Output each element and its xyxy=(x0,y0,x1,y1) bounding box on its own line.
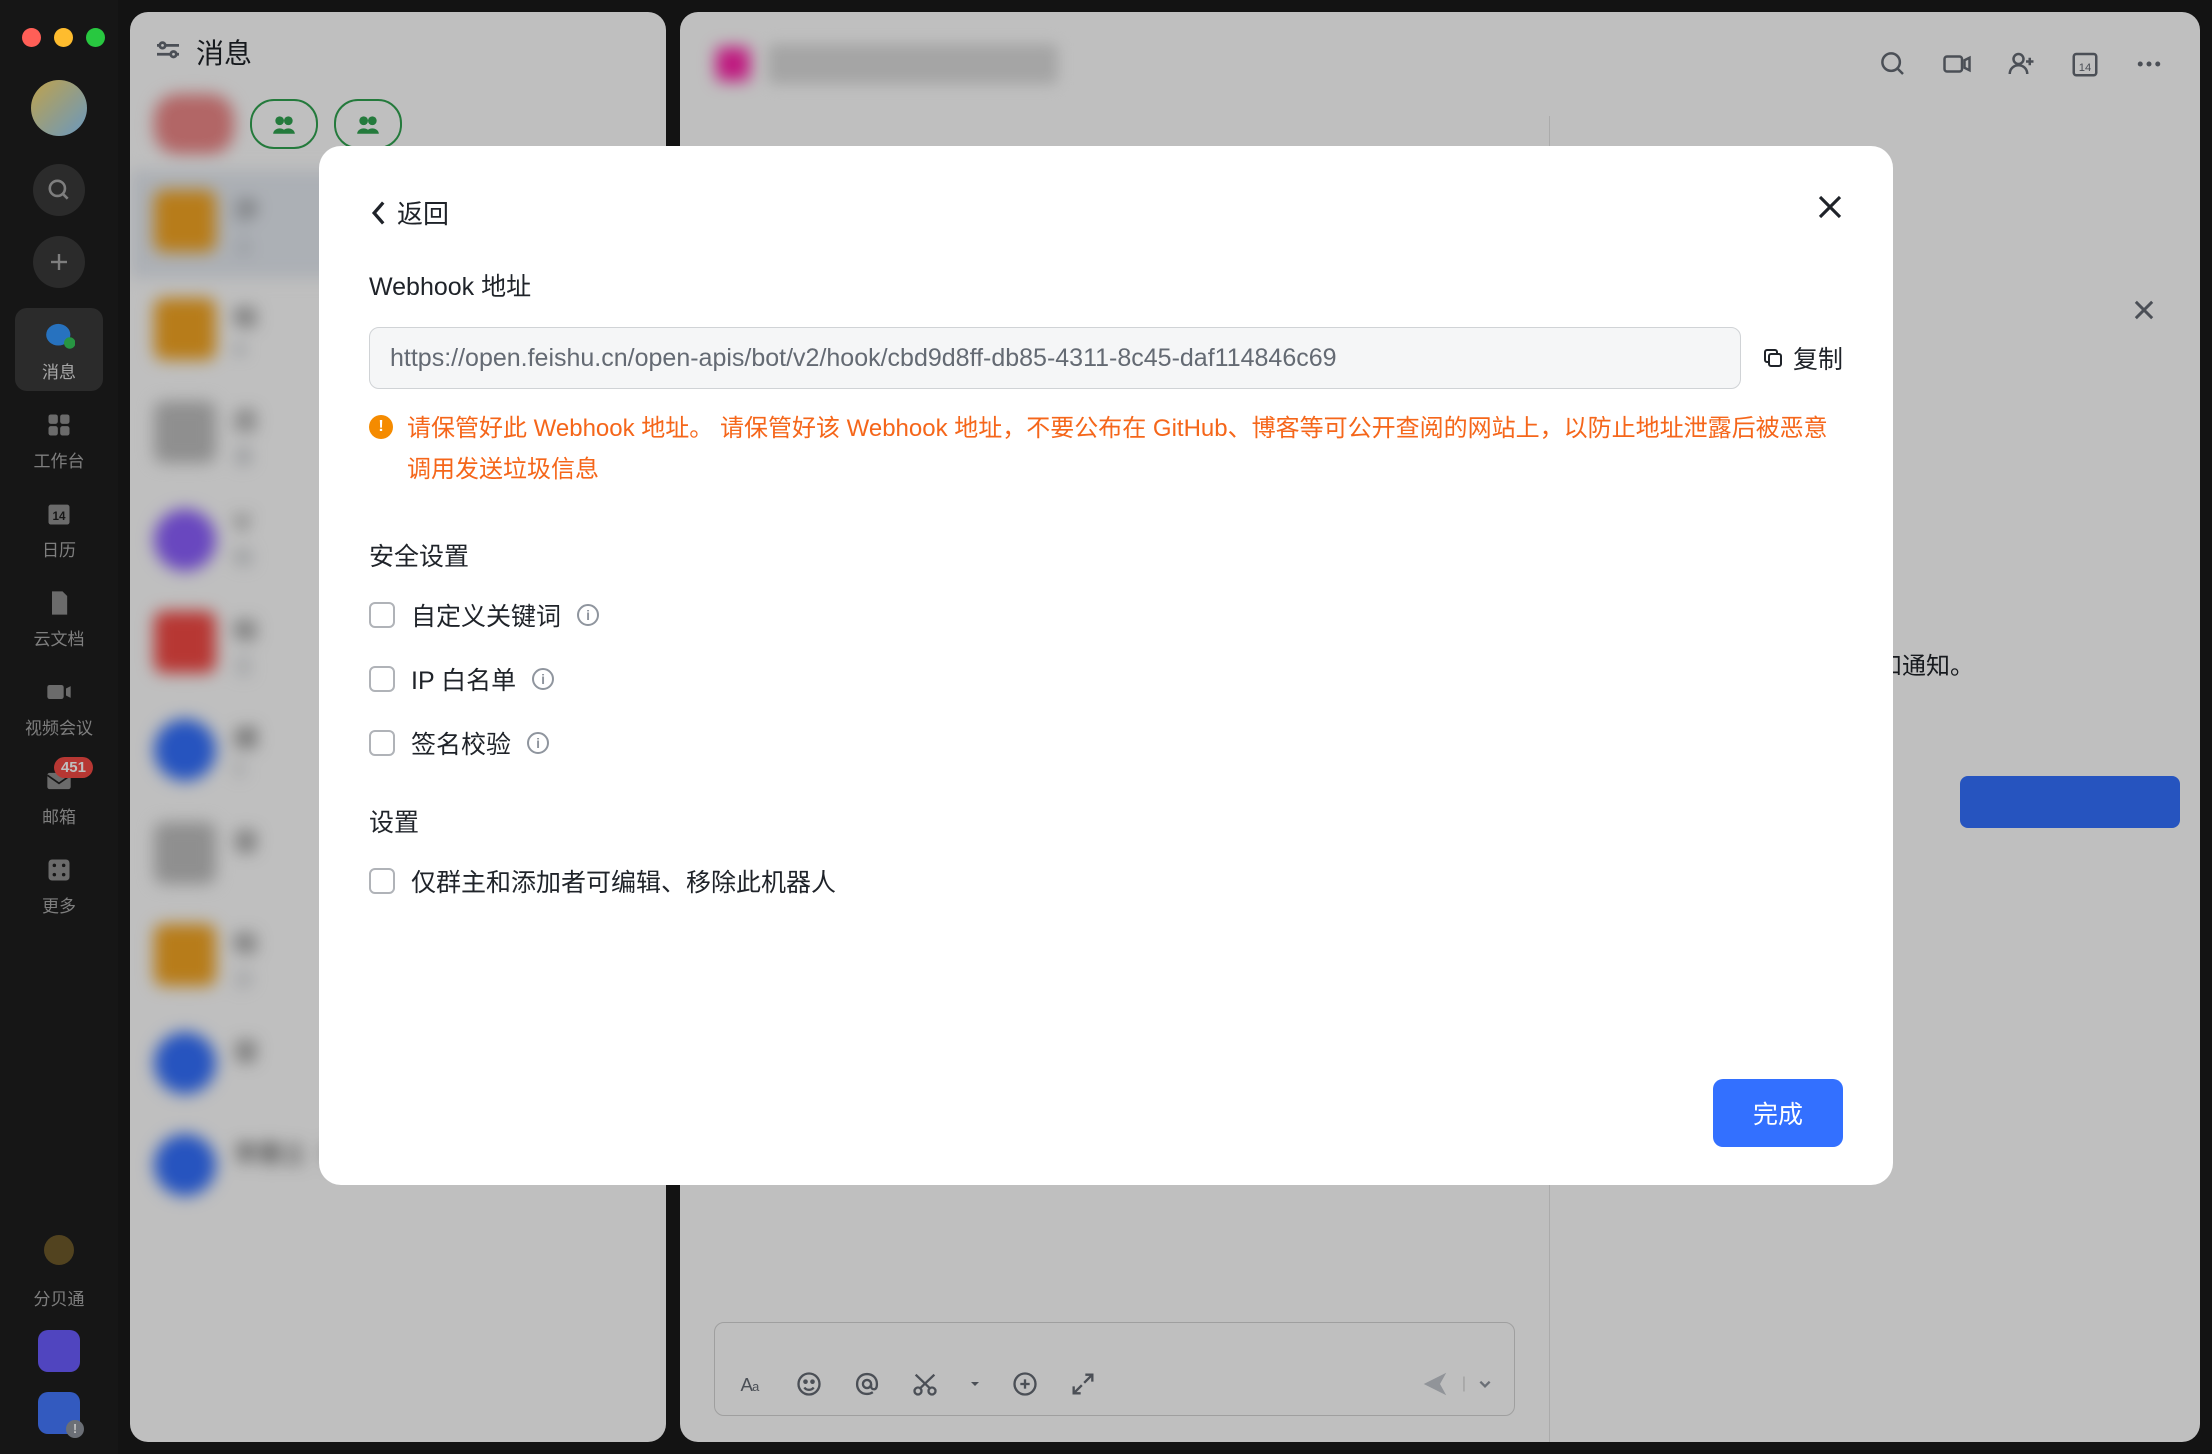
modal-overlay: 返回 Webhook 地址 https://open.feishu.cn/ope… xyxy=(0,0,2212,1454)
webhook-url-input[interactable]: https://open.feishu.cn/open-apis/bot/v2/… xyxy=(369,327,1741,389)
copy-button[interactable]: 复制 xyxy=(1761,340,1843,376)
copy-icon xyxy=(1761,346,1785,370)
close-window-icon[interactable] xyxy=(22,28,41,47)
checkbox-label: 仅群主和添加者可编辑、移除此机器人 xyxy=(411,863,836,899)
checkbox-owner-only[interactable]: 仅群主和添加者可编辑、移除此机器人 xyxy=(369,863,1843,899)
checkbox[interactable] xyxy=(369,868,395,894)
checkbox-label: 自定义关键词 xyxy=(411,597,561,633)
back-button[interactable]: 返回 xyxy=(369,194,449,231)
checkbox[interactable] xyxy=(369,666,395,692)
checkbox-ip-whitelist[interactable]: IP 白名单 i xyxy=(369,661,1843,697)
minimize-window-icon[interactable] xyxy=(54,28,73,47)
warning-icon: ! xyxy=(369,415,393,439)
security-section-title: 安全设置 xyxy=(369,537,1843,573)
checkbox-signature[interactable]: 签名校验 i xyxy=(369,725,1843,761)
checkbox-label: IP 白名单 xyxy=(411,661,516,697)
settings-section-title: 设置 xyxy=(369,803,1843,839)
maximize-window-icon[interactable] xyxy=(86,28,105,47)
close-button[interactable] xyxy=(1815,192,1845,227)
info-icon[interactable]: i xyxy=(577,604,599,626)
copy-label: 复制 xyxy=(1793,340,1843,376)
checkbox-custom-keyword[interactable]: 自定义关键词 i xyxy=(369,597,1843,633)
checkbox[interactable] xyxy=(369,730,395,756)
checkbox[interactable] xyxy=(369,602,395,628)
info-icon[interactable]: i xyxy=(527,732,549,754)
info-icon[interactable]: i xyxy=(532,668,554,690)
finish-button[interactable]: 完成 xyxy=(1713,1079,1843,1147)
warning-text: 请保管好此 Webhook 地址。 请保管好该 Webhook 地址，不要公布在… xyxy=(407,409,1843,491)
webhook-section-title: Webhook 地址 xyxy=(369,267,1843,303)
window-controls[interactable] xyxy=(22,28,105,47)
webhook-settings-modal: 返回 Webhook 地址 https://open.feishu.cn/ope… xyxy=(319,146,1893,1185)
checkbox-label: 签名校验 xyxy=(411,725,511,761)
back-label: 返回 xyxy=(397,194,449,231)
